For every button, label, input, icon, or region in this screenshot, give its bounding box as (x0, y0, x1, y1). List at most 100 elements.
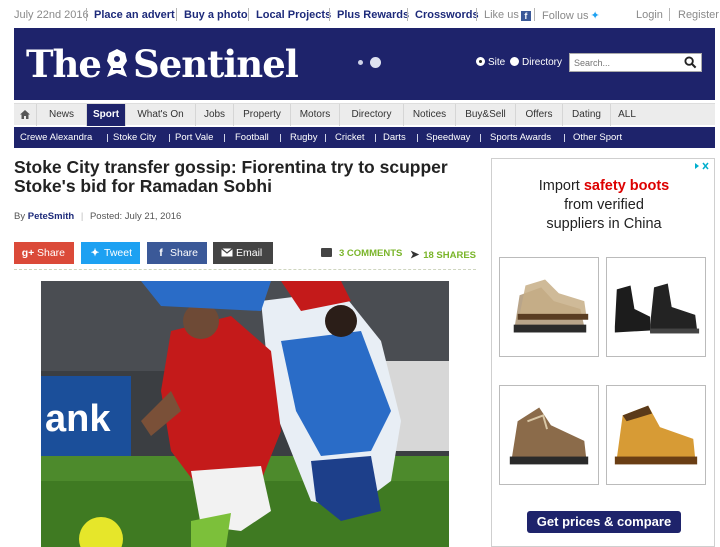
nav-buy-sell[interactable]: Buy&Sell (456, 104, 516, 126)
nav-news[interactable]: News (37, 104, 87, 126)
search-scope-site[interactable]: Site (476, 57, 505, 68)
ad-product-boot-brown[interactable] (499, 385, 599, 485)
google-plus-share-label: Share (37, 247, 66, 259)
follow-us-link[interactable]: Follow us ✦ (542, 9, 600, 22)
local-projects-link[interactable]: Local Projects (256, 9, 331, 21)
nav-motors[interactable]: Motors (291, 104, 340, 126)
buy-photo-link[interactable]: Buy a photo (184, 9, 248, 21)
subnav-rugby[interactable]: Rugby (290, 127, 317, 148)
divider (107, 134, 108, 142)
facebook-icon: f (520, 11, 531, 21)
subnav-speedway[interactable]: Speedway (426, 127, 470, 148)
nav-jobs[interactable]: Jobs (196, 104, 234, 126)
comments-link[interactable]: 3 COMMENTS (321, 248, 402, 259)
home-icon (20, 110, 30, 119)
carousel-dot[interactable] (358, 60, 363, 65)
search-input[interactable] (574, 55, 679, 70)
place-advert-link[interactable]: Place an advert (94, 9, 175, 21)
divider (86, 8, 87, 21)
posted-date: Posted: July 21, 2016 (89, 211, 182, 222)
email-share-label: Email (236, 247, 263, 259)
email-share-button[interactable]: Email (213, 242, 273, 264)
nav-dating[interactable]: Dating (563, 104, 611, 126)
search-icon[interactable] (684, 56, 697, 69)
register-link[interactable]: Register (678, 9, 719, 21)
twitter-icon: ✦ (590, 10, 600, 22)
nav-directory[interactable]: Directory (340, 104, 404, 126)
facebook-share-button[interactable]: f Share (147, 242, 207, 264)
login-link[interactable]: Login (636, 9, 663, 21)
nav-property[interactable]: Property (234, 104, 291, 126)
ad-product-boot-timber[interactable] (606, 385, 706, 485)
ad-line-3: suppliers in China (546, 216, 662, 232)
subnav-port-vale[interactable]: Port Vale (175, 127, 213, 148)
ad-product-boot-tan[interactable] (499, 257, 599, 357)
byline-by: By (14, 211, 26, 222)
article-photo[interactable]: ank (41, 281, 449, 547)
comment-icon (321, 248, 332, 257)
search-scope-directory-label: Directory (522, 57, 563, 68)
nav-home[interactable] (14, 104, 37, 126)
follow-us-label: Follow us (542, 10, 589, 22)
divider (417, 134, 418, 142)
divider (534, 8, 535, 21)
site-logo[interactable]: The Sentinel (26, 42, 299, 86)
subnav-football[interactable]: Football (235, 127, 269, 148)
tweet-label: Tweet (104, 247, 133, 259)
author-link[interactable]: PeteSmith (28, 211, 74, 222)
crest-icon (106, 49, 127, 77)
crosswords-link[interactable]: Crosswords (415, 9, 479, 21)
divider (564, 134, 565, 142)
divider (375, 134, 376, 142)
divider (224, 134, 225, 142)
nav-whats-on[interactable]: What's On (126, 104, 196, 126)
subnav-crewe-alexandra[interactable]: Crewe Alexandra (20, 127, 92, 148)
share-icon: ➤ (410, 249, 420, 261)
like-us-link[interactable]: Like us f (484, 9, 531, 21)
divider (248, 8, 249, 21)
subnav-darts[interactable]: Darts (383, 127, 406, 148)
nav-notices[interactable]: Notices (404, 104, 456, 126)
subnav-cricket[interactable]: Cricket (335, 127, 365, 148)
radio-icon (510, 57, 519, 66)
facebook-f-icon: f (159, 247, 163, 259)
email-icon (218, 242, 236, 264)
subnav-other-sport[interactable]: Other Sport (573, 127, 622, 148)
nav-all[interactable]: ALL (611, 104, 643, 126)
logo-text-the: The (26, 42, 102, 86)
radio-selected-icon (476, 57, 485, 66)
adchoices-icon[interactable] (693, 161, 710, 171)
divider (169, 134, 170, 142)
facebook-share-label: Share (170, 247, 199, 259)
divider (669, 8, 670, 21)
divider (329, 8, 330, 21)
ad-line-2: from verified (564, 197, 644, 213)
divider (280, 134, 281, 142)
byline: By PeteSmith | Posted: July 21, 2016 (14, 211, 181, 222)
plus-rewards-link[interactable]: Plus Rewards (337, 9, 409, 21)
ad-line-1: Import safety boots (492, 177, 716, 196)
like-us-label: Like us (484, 9, 519, 21)
ad-product-boot-black[interactable] (606, 257, 706, 357)
advertisement[interactable]: Import safety boots from verified suppli… (491, 158, 715, 547)
subnav-stoke-city[interactable]: Stoke City (113, 127, 156, 148)
ad-headline: Import safety boots from verified suppli… (492, 177, 716, 234)
tweet-button[interactable]: ✦ Tweet (81, 242, 140, 264)
svg-text:ank: ank (45, 398, 111, 440)
divider (325, 134, 326, 142)
search-scope-directory[interactable]: Directory (510, 57, 562, 68)
nav-sport[interactable]: Sport (87, 104, 126, 126)
carousel-dot-active[interactable] (370, 57, 381, 68)
shares-count-label: 18 SHARES (423, 250, 477, 261)
divider (176, 8, 177, 21)
article-headline: Stoke City transfer gossip: Fiorentina t… (14, 157, 448, 196)
nav-offers[interactable]: Offers (516, 104, 563, 126)
divider (476, 8, 477, 21)
ad-line-1-prefix: Import (538, 178, 580, 194)
sport-subnav: Crewe Alexandra Stoke City Port Vale Foo… (14, 127, 715, 148)
subnav-sports-awards[interactable]: Sports Awards (490, 127, 551, 148)
get-prices-button[interactable]: Get prices & compare (527, 511, 681, 533)
masthead: The Sentinel Site Directory (14, 28, 715, 100)
google-plus-share-button[interactable]: g+ Share (14, 242, 74, 264)
divider (407, 8, 408, 21)
